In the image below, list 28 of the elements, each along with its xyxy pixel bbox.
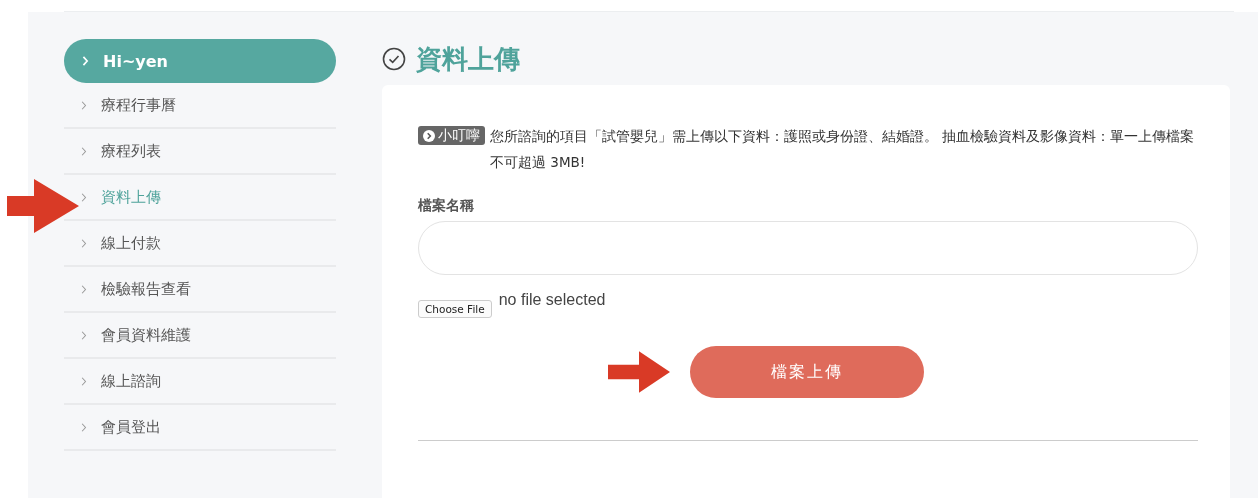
sidebar-item[interactable]: 線上諮詢 — [64, 359, 336, 405]
chevron-icon — [81, 238, 87, 248]
notice-text: 您所諮詢的項目「試管嬰兒」需上傳以下資料：護照或身份證、結婚證。 抽血檢驗資料及影像資料：單一上傳檔案不可超過 3MB! — [490, 127, 1196, 172]
sidebar-item[interactable]: 會員登出 — [64, 405, 336, 451]
arrow-icon — [7, 179, 79, 233]
sidebar-item[interactable]: 線上付款 — [64, 221, 336, 267]
user-name: Hi~yen — [103, 51, 168, 71]
chevron-icon — [81, 330, 87, 340]
sidebar-item[interactable]: 療程行事曆 — [64, 83, 336, 129]
sidebar-item[interactable]: 療程列表 — [64, 129, 336, 175]
input-field[interactable] — [418, 221, 1198, 275]
chevron-icon — [81, 284, 87, 294]
chevron-icon — [81, 146, 87, 156]
choose-file-button[interactable]: Choose File — [418, 300, 492, 318]
page-title: 資料上傳 — [416, 42, 520, 76]
badge-label: 小叮嚀 — [438, 126, 480, 145]
sidebar-item[interactable]: 會員資料維護 — [64, 313, 336, 359]
sidebar-item[interactable]: 檢驗報告查看 — [64, 267, 336, 313]
chevron-icon — [82, 56, 89, 66]
chevron-icon — [81, 376, 87, 386]
chevron-icon — [81, 192, 87, 202]
chevron-icon — [81, 422, 87, 432]
chevron-circle-icon — [423, 129, 435, 142]
chevron-icon — [81, 100, 87, 110]
check-circle-icon — [382, 47, 406, 71]
arrow-icon — [608, 351, 670, 393]
field-label: 檔案名稱 — [418, 197, 475, 215]
file-status: no file selected — [498, 291, 606, 309]
